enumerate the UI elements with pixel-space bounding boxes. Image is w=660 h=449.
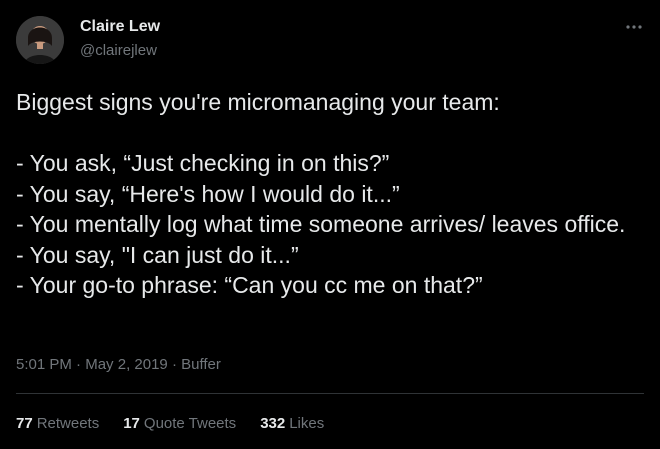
author-handle[interactable]: @clairejlew	[80, 42, 157, 59]
tweet-time[interactable]: 5:01 PM	[16, 356, 72, 373]
retweets-stat[interactable]: 77 Retweets	[16, 415, 99, 432]
tweet-card: Claire Lew @clairejlew Biggest signs you…	[0, 0, 660, 449]
divider	[16, 393, 644, 394]
meta-separator: ·	[76, 356, 82, 373]
likes-count: 332	[260, 415, 286, 432]
avatar-image	[16, 16, 64, 64]
likes-stat[interactable]: 332 Likes	[260, 415, 324, 432]
quote-tweets-count: 17	[123, 415, 140, 432]
tweet-text: Biggest signs you're micromanaging your …	[16, 89, 626, 298]
quote-tweets-stat[interactable]: 17 Quote Tweets	[123, 415, 236, 432]
tweet-date[interactable]: May 2, 2019	[85, 356, 168, 373]
more-dots-icon[interactable]	[624, 17, 644, 37]
engagement-stats: 77 Retweets 17 Quote Tweets 332 Likes	[16, 415, 324, 432]
retweets-count: 77	[16, 415, 33, 432]
quote-tweets-label: Quote Tweets	[143, 415, 237, 432]
likes-label: Likes	[289, 415, 325, 432]
tweet-meta: 5:01 PM · May 2, 2019 · Buffer	[16, 356, 221, 373]
avatar[interactable]	[16, 16, 64, 64]
tweet-source[interactable]: Buffer	[181, 356, 221, 373]
meta-separator: ·	[171, 356, 177, 373]
author-name[interactable]: Claire Lew	[80, 18, 160, 36]
retweets-label: Retweets	[36, 415, 100, 432]
